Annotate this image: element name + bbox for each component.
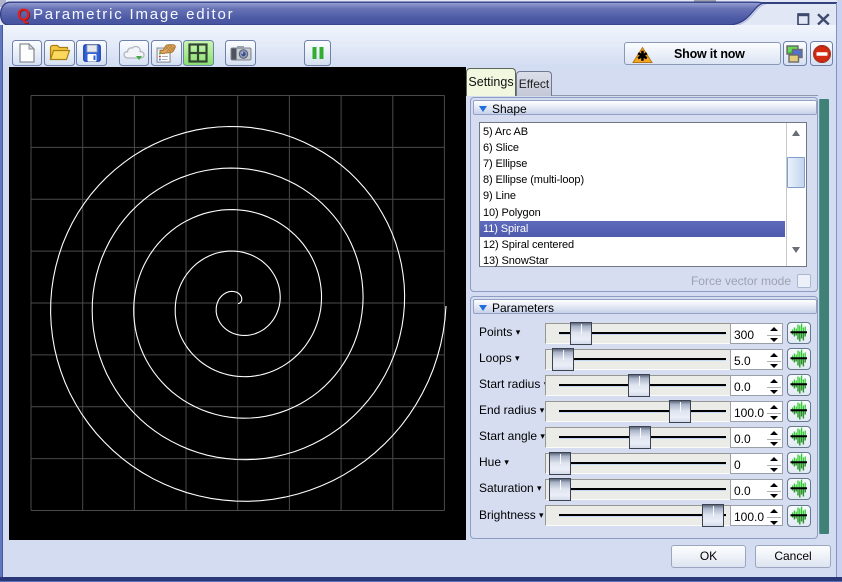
svg-text:✱: ✱ — [637, 48, 648, 63]
